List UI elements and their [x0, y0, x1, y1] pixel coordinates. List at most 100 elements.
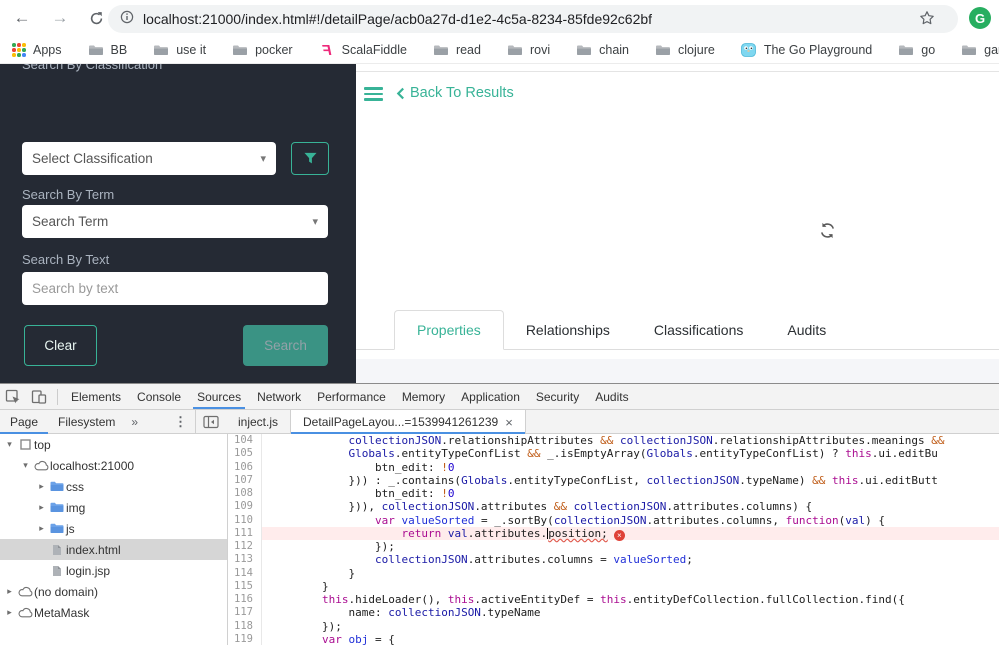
bookmark-label: The Go Playground — [764, 43, 872, 57]
code-editor[interactable]: 104 collectionJSON.relationshipAttribute… — [228, 434, 999, 645]
search-button[interactable]: Search — [243, 325, 328, 366]
devtools-tab-application[interactable]: Application — [453, 384, 528, 409]
code-line[interactable]: 106 btn_edit: !0 — [228, 461, 999, 474]
navigator-tab-filesystem[interactable]: Filesystem — [48, 411, 125, 434]
close-icon[interactable]: × — [505, 415, 513, 430]
more-tabs-icon[interactable]: » — [125, 415, 144, 429]
devtools-tab-performance[interactable]: Performance — [309, 384, 394, 409]
term-label: Search By Term — [22, 187, 114, 202]
chevron-right-icon[interactable]: ▸ — [3, 586, 16, 597]
tab-classifications[interactable]: Classifications — [632, 311, 765, 349]
line-number: 114 — [228, 567, 262, 580]
hide-navigator-icon[interactable] — [196, 410, 226, 434]
bookmark-item-read[interactable]: read — [433, 43, 481, 57]
forward-icon[interactable]: → — [48, 6, 72, 30]
bookmark-item-clojure[interactable]: clojure — [655, 43, 715, 57]
code-line[interactable]: 115 } — [228, 580, 999, 593]
bookmark-item-use-it[interactable]: use it — [153, 43, 206, 57]
chevron-right-icon[interactable]: ▸ — [35, 481, 48, 492]
token: name: — [269, 606, 388, 619]
code-line[interactable]: 111 return val.attributes.position;× — [228, 527, 999, 540]
token: .attributes.columns, — [647, 514, 786, 527]
navigator-tab-page[interactable]: Page — [0, 411, 48, 434]
devtools-tab-console[interactable]: Console — [129, 384, 189, 409]
code-line[interactable]: 110 var valueSorted = _.sortBy(collectio… — [228, 514, 999, 527]
bookmark-item-scalafiddle[interactable]: FScalaFiddle — [319, 43, 407, 57]
code-line[interactable]: 119 var obj = { — [228, 633, 999, 645]
code-line[interactable]: 117 name: collectionJSON.typeName — [228, 606, 999, 619]
search-text-input[interactable] — [22, 272, 328, 305]
token: 0 — [448, 487, 455, 500]
devtools-tab-security[interactable]: Security — [528, 384, 587, 409]
bookmark-item-apps[interactable]: Apps — [12, 43, 62, 57]
code-line[interactable]: 118 }); — [228, 620, 999, 633]
chevron-down-icon[interactable]: ▾ — [19, 460, 32, 471]
token: return — [401, 527, 441, 540]
back-icon[interactable]: ← — [10, 6, 34, 30]
inspect-element-icon[interactable] — [0, 385, 26, 409]
clear-button[interactable]: Clear — [24, 325, 97, 366]
tab-audits[interactable]: Audits — [765, 311, 848, 349]
chevron-right-icon[interactable]: ▸ — [3, 607, 16, 618]
kebab-menu-icon[interactable]: ⋮ — [166, 414, 195, 430]
bookmark-item-pocker[interactable]: pocker — [232, 43, 293, 57]
url-text[interactable]: localhost:21000/index.html#!/detailPage/… — [143, 11, 652, 27]
devtools-tab-network[interactable]: Network — [249, 384, 309, 409]
bookmark-item-rovi[interactable]: rovi — [507, 43, 550, 57]
bookmark-label: chain — [599, 43, 629, 57]
code-line[interactable]: 107 })) : _.contains(Globals.entityTypeC… — [228, 474, 999, 487]
tab-relationships[interactable]: Relationships — [504, 311, 632, 349]
code-line[interactable]: 113 collectionJSON.attributes.columns = … — [228, 553, 999, 566]
token — [269, 633, 322, 645]
tree-item-login-jsp[interactable]: login.jsp — [0, 560, 227, 581]
bookmark-item-bb[interactable]: BB — [88, 43, 128, 57]
devtools-tab-elements[interactable]: Elements — [63, 384, 129, 409]
device-toolbar-icon[interactable] — [26, 385, 52, 409]
devtools-tab-audits[interactable]: Audits — [587, 384, 636, 409]
menu-toggle-icon[interactable] — [364, 87, 383, 101]
file-tab-detailpagelayou-1539941261239[interactable]: DetailPageLayou...=1539941261239× — [290, 410, 526, 434]
bookmark-item-the-go-playground[interactable]: The Go Playground — [741, 43, 872, 57]
tree-item-index-html[interactable]: index.html — [0, 539, 227, 560]
code-line[interactable]: 105 Globals.entityTypeConfList && _.isEm… — [228, 447, 999, 460]
tree-item-localhost-21000[interactable]: ▾localhost:21000 — [0, 455, 227, 476]
cloud-icon — [16, 586, 34, 597]
chevron-down-icon[interactable]: ▾ — [3, 439, 16, 450]
tree-item-top[interactable]: ▾top — [0, 434, 227, 455]
term-select[interactable]: Search Term ▾ — [22, 205, 328, 238]
code-line[interactable]: 112 }); — [228, 540, 999, 553]
bookmark-item-chain[interactable]: chain — [576, 43, 629, 57]
back-to-results-link[interactable]: Back To Results — [396, 85, 514, 101]
filter-button[interactable] — [291, 142, 329, 175]
code-line[interactable]: 116 this.hideLoader(), this.activeEntity… — [228, 593, 999, 606]
code-line[interactable]: 108 btn_edit: !0 — [228, 487, 999, 500]
token: btn_edit: — [269, 487, 441, 500]
token: collectionJSON — [574, 500, 667, 513]
tree-item-js[interactable]: ▸js — [0, 518, 227, 539]
grammarly-extension-icon[interactable]: G — [969, 7, 991, 29]
code-line[interactable]: 109 })), collectionJSON.attributes && co… — [228, 500, 999, 513]
chevron-right-icon[interactable]: ▸ — [35, 502, 48, 513]
code-line[interactable]: 114 } — [228, 567, 999, 580]
classification-select[interactable]: Select Classification ▾ — [22, 142, 276, 175]
token: && — [600, 434, 613, 447]
token: .attributes.columns) { — [666, 500, 812, 513]
tree-item-img[interactable]: ▸img — [0, 497, 227, 518]
chevron-right-icon[interactable]: ▸ — [35, 523, 48, 534]
devtools-tab-memory[interactable]: Memory — [394, 384, 453, 409]
site-info-icon[interactable] — [120, 10, 134, 29]
bookmark-item-go[interactable]: go — [898, 43, 935, 57]
reload-icon[interactable] — [84, 6, 108, 30]
tab-properties[interactable]: Properties — [394, 310, 504, 350]
tree-item-label: MetaMask — [34, 606, 89, 620]
devtools-tab-sources[interactable]: Sources — [189, 384, 249, 409]
bookmark-item-gamer[interactable]: gamer — [961, 43, 999, 57]
file-tab-inject-js[interactable]: inject.js — [226, 410, 290, 434]
tree-item-no-domain[interactable]: ▸(no domain) — [0, 581, 227, 602]
tree-item-css[interactable]: ▸css — [0, 476, 227, 497]
tree-item-metamask[interactable]: ▸ MetaMask — [0, 602, 227, 623]
token: Globals — [461, 474, 507, 487]
bookmark-star-icon[interactable] — [919, 10, 935, 31]
code-line[interactable]: 104 collectionJSON.relationshipAttribute… — [228, 434, 999, 447]
address-bar[interactable]: localhost:21000/index.html#!/detailPage/… — [108, 5, 958, 33]
